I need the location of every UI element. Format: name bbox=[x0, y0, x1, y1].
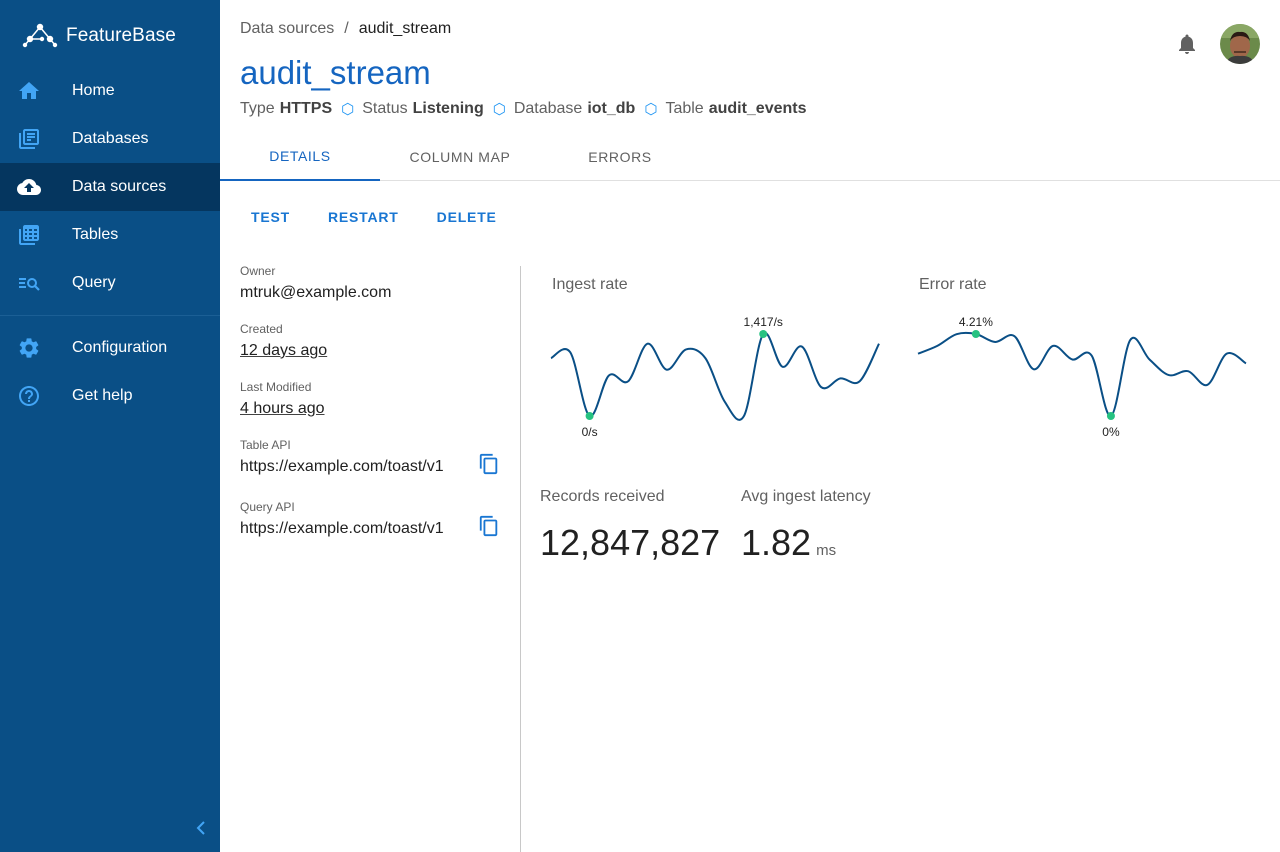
meta-database-value: iot_db bbox=[587, 100, 636, 117]
owner-field: Owner mtruk@example.com bbox=[240, 264, 500, 322]
table-icon bbox=[19, 225, 39, 245]
ingest-rate-title: Ingest rate bbox=[552, 276, 628, 293]
meta-status-value: Listening bbox=[412, 100, 484, 117]
restart-button[interactable]: RESTART bbox=[317, 204, 410, 230]
latency-label: Avg ingest latency bbox=[741, 488, 871, 505]
table-api-label: Table API bbox=[240, 438, 291, 452]
meta-table-label: Table bbox=[665, 100, 704, 117]
breadcrumb: Data sources / audit_stream bbox=[240, 20, 451, 38]
sparkline-series-line bbox=[917, 331, 1247, 418]
gear-icon bbox=[19, 338, 39, 358]
source-meta: Type HTTPS ⬡ Status Listening ⬡ Database… bbox=[240, 100, 807, 118]
main-content: Data sources / audit_stream audit_stream… bbox=[220, 0, 1280, 852]
query-api-label: Query API bbox=[240, 500, 295, 514]
sparkline-max-point bbox=[971, 330, 980, 338]
sidebar-item-label: Query bbox=[72, 274, 116, 291]
cloud-upload-icon bbox=[17, 179, 41, 195]
action-bar: TEST RESTART DELETE bbox=[240, 204, 524, 230]
meta-type-label: Type bbox=[240, 100, 275, 117]
sidebar-item-label: Home bbox=[72, 82, 115, 99]
meta-database-label: Database bbox=[513, 100, 583, 117]
notification-bell-icon[interactable] bbox=[1175, 32, 1199, 56]
ingest-rate-sparkline: 1,417/s 0/s bbox=[550, 315, 880, 439]
latency-unit: ms bbox=[816, 542, 837, 559]
sidebar-item-label: Databases bbox=[72, 130, 149, 147]
query-api-field: Query API https://example.com/toast/v1 bbox=[240, 500, 500, 538]
breadcrumb-current: audit_stream bbox=[358, 20, 452, 37]
created-field: Created 12 days ago bbox=[240, 322, 500, 380]
query-icon bbox=[19, 278, 40, 291]
tab-bar: DETAILS COLUMN MAP ERRORS bbox=[220, 133, 1280, 181]
tab-errors[interactable]: ERRORS bbox=[540, 133, 700, 181]
chevron-left-icon[interactable] bbox=[190, 816, 212, 840]
sidebar-item-get-help[interactable]: Get help bbox=[0, 372, 220, 420]
sidebar-item-label: Get help bbox=[72, 387, 133, 404]
latency-stat: 1.82 ms bbox=[741, 522, 836, 564]
table-api-field: Table API https://example.com/toast/v1 bbox=[240, 438, 500, 500]
owner-value: mtruk@example.com bbox=[240, 284, 392, 301]
featurebase-logo-icon bbox=[22, 23, 58, 48]
sidebar-item-configuration[interactable]: Configuration bbox=[0, 324, 220, 372]
sparkline-max-point bbox=[759, 330, 768, 338]
sidebar-item-tables[interactable]: Tables bbox=[0, 211, 220, 259]
sparkline-min-label: 0% bbox=[1102, 425, 1120, 439]
hexagon-separator-icon: ⬡ bbox=[492, 101, 506, 118]
query-api-value: https://example.com/toast/v1 bbox=[240, 520, 444, 537]
modified-value[interactable]: 4 hours ago bbox=[240, 400, 500, 418]
hexagon-separator-icon: ⬡ bbox=[644, 101, 658, 118]
sidebar-nav: Home Databases Data sources Tables Query… bbox=[0, 67, 220, 420]
sparkline-series-line bbox=[550, 331, 880, 421]
breadcrumb-parent-link[interactable]: Data sources bbox=[240, 20, 334, 38]
avatar-photo-icon bbox=[1220, 24, 1260, 64]
records-received-value: 12,847,827 bbox=[540, 522, 721, 563]
test-button[interactable]: TEST bbox=[240, 204, 301, 230]
sidebar-item-label: Tables bbox=[72, 226, 119, 243]
created-label: Created bbox=[240, 322, 283, 336]
latency-value: 1.82 bbox=[741, 522, 812, 563]
details-panel: Owner mtruk@example.com Created 12 days … bbox=[240, 264, 500, 538]
meta-table-value: audit_events bbox=[708, 100, 807, 117]
table-api-value: https://example.com/toast/v1 bbox=[240, 458, 444, 475]
brand-logo[interactable]: FeatureBase bbox=[22, 22, 176, 50]
owner-label: Owner bbox=[240, 264, 276, 278]
vertical-divider bbox=[520, 266, 521, 852]
tab-column-map[interactable]: COLUMN MAP bbox=[380, 133, 540, 181]
sidebar-item-label: Configuration bbox=[72, 339, 168, 356]
breadcrumb-separator: / bbox=[344, 20, 349, 37]
copy-icon[interactable] bbox=[478, 453, 500, 475]
records-received-label: Records received bbox=[540, 488, 665, 505]
sidebar-item-databases[interactable]: Databases bbox=[0, 115, 220, 163]
modified-label: Last Modified bbox=[240, 380, 312, 394]
hexagon-separator-icon: ⬡ bbox=[341, 101, 355, 118]
sidebar-item-data-sources[interactable]: Data sources bbox=[0, 163, 220, 211]
sidebar-item-home[interactable]: Home bbox=[0, 67, 220, 115]
error-rate-sparkline: 4.21% 0% bbox=[917, 315, 1247, 439]
meta-type-value: HTTPS bbox=[279, 100, 333, 117]
sidebar-divider bbox=[0, 315, 220, 316]
sparkline-min-point bbox=[585, 412, 594, 420]
copy-icon[interactable] bbox=[478, 515, 500, 537]
sidebar-item-query[interactable]: Query bbox=[0, 259, 220, 307]
created-value[interactable]: 12 days ago bbox=[240, 342, 500, 360]
sparkline-max-label: 1,417/s bbox=[744, 315, 783, 329]
meta-status-label: Status bbox=[362, 100, 408, 117]
help-icon bbox=[19, 386, 39, 406]
delete-button[interactable]: DELETE bbox=[426, 204, 508, 230]
sparkline-min-point bbox=[1106, 412, 1115, 420]
page-title: audit_stream bbox=[240, 54, 431, 91]
sidebar: FeatureBase Home Databases Data sources … bbox=[0, 0, 220, 852]
sidebar-item-label: Data sources bbox=[72, 178, 167, 195]
brand-name: FeatureBase bbox=[66, 25, 176, 46]
error-rate-title: Error rate bbox=[919, 276, 987, 293]
modified-field: Last Modified 4 hours ago bbox=[240, 380, 500, 438]
user-avatar[interactable] bbox=[1220, 24, 1260, 64]
databases-icon bbox=[19, 129, 39, 149]
sparkline-min-label: 0/s bbox=[582, 425, 598, 439]
home-icon bbox=[19, 82, 39, 99]
tab-details[interactable]: DETAILS bbox=[220, 133, 380, 181]
sparkline-max-label: 4.21% bbox=[959, 315, 993, 329]
